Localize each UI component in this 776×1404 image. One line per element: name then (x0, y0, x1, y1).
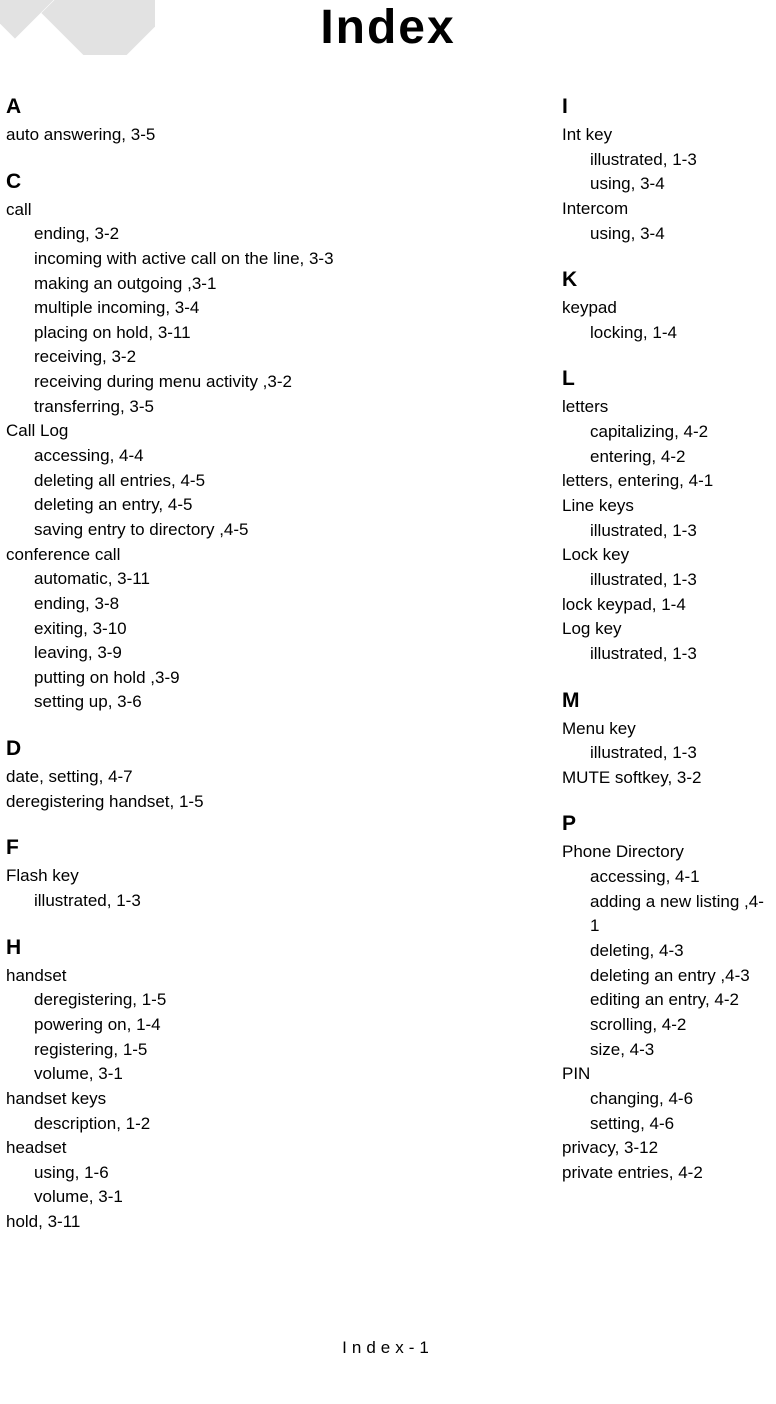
index-subentry: transferring, 3-5 (6, 395, 404, 420)
index-subentry: powering on, 1-4 (6, 1013, 404, 1038)
index-subentry: changing, 4-6 (562, 1087, 772, 1112)
index-entry: privacy, 3-12 (562, 1136, 772, 1161)
index-subentry: ending, 3-8 (6, 592, 404, 617)
index-subentry: automatic, 3-11 (6, 567, 404, 592)
index-section-letter: M (562, 689, 772, 713)
index-subentry: capitalizing, 4-2 (562, 420, 772, 445)
index-subentry: using, 1-6 (6, 1161, 404, 1186)
index-subentry: receiving during menu activity ,3-2 (6, 370, 404, 395)
index-entry: Line keys (562, 494, 772, 519)
index-subentry: using, 3-4 (562, 222, 772, 247)
index-subentry: saving entry to directory ,4-5 (6, 518, 404, 543)
index-subentry: editing an entry, 4-2 (562, 988, 772, 1013)
index-entry: call (6, 198, 404, 223)
index-entry: Call Log (6, 419, 404, 444)
index-subentry: volume, 3-1 (6, 1185, 404, 1210)
index-subentry: scrolling, 4-2 (562, 1013, 772, 1038)
index-subentry: incoming with active call on the line, 3… (6, 247, 404, 272)
index-entry: Flash key (6, 864, 404, 889)
index-section-letter: A (6, 95, 404, 119)
index-entry: Log key (562, 617, 772, 642)
index-subentry: placing on hold, 3-11 (6, 321, 404, 346)
index-section-letter: L (562, 367, 772, 391)
index-subentry: volume, 3-1 (6, 1062, 404, 1087)
index-entry: keypad (562, 296, 772, 321)
index-subentry: deleting all entries, 4-5 (6, 469, 404, 494)
index-entry: headset (6, 1136, 404, 1161)
index-subentry: receiving, 3-2 (6, 345, 404, 370)
index-subentry: putting on hold ,3-9 (6, 666, 404, 691)
index-subentry: ending, 3-2 (6, 222, 404, 247)
index-entry: private entries, 4-2 (562, 1161, 772, 1186)
index-subentry: deregistering, 1-5 (6, 988, 404, 1013)
index-column-left: Aauto answering, 3-5 Ccallending, 3-2inco… (4, 95, 404, 1235)
index-entry: hold, 3-11 (6, 1210, 404, 1235)
index-entry: deregistering handset, 1-5 (6, 790, 404, 815)
index-entry: MUTE softkey, 3-2 (562, 766, 772, 791)
index-entry: Phone Directory (562, 840, 772, 865)
index-section-letter: C (6, 170, 404, 194)
index-subentry: multiple incoming, 3-4 (6, 296, 404, 321)
index-subentry: illustrated, 1-3 (562, 148, 772, 173)
index-subentry: making an outgoing ,3-1 (6, 272, 404, 297)
index-entry: letters (562, 395, 772, 420)
index-entry: Intercom (562, 197, 772, 222)
index-entry: lock keypad, 1-4 (562, 593, 772, 618)
index-subentry: description, 1-2 (6, 1112, 404, 1137)
index-subentry: exiting, 3-10 (6, 617, 404, 642)
index-entry: letters, entering, 4-1 (562, 469, 772, 494)
index-section-letter: D (6, 737, 404, 761)
index-section-letter: I (562, 95, 772, 119)
page-title: Index (0, 0, 776, 55)
index-subentry: entering, 4-2 (562, 445, 772, 470)
index-subentry: illustrated, 1-3 (562, 741, 772, 766)
index-subentry: deleting an entry, 4-5 (6, 493, 404, 518)
index-entry: handset (6, 964, 404, 989)
index-subentry: size, 4-3 (562, 1038, 772, 1063)
index-subentry: using, 3-4 (562, 172, 772, 197)
index-subentry: illustrated, 1-3 (562, 642, 772, 667)
index-entry: Lock key (562, 543, 772, 568)
index-section-letter: H (6, 936, 404, 960)
index-subentry: illustrated, 1-3 (6, 889, 404, 914)
index-entry: date, setting, 4-7 (6, 765, 404, 790)
index-subentry: leaving, 3-9 (6, 641, 404, 666)
index-columns: Aauto answering, 3-5 Ccallending, 3-2inco… (0, 95, 776, 1235)
index-subentry: setting, 4-6 (562, 1112, 772, 1137)
index-entry: conference call (6, 543, 404, 568)
index-entry: auto answering, 3-5 (6, 123, 404, 148)
index-subentry: locking, 1-4 (562, 321, 772, 346)
index-subentry: illustrated, 1-3 (562, 568, 772, 593)
index-subentry: deleting an entry ,4-3 (562, 964, 772, 989)
index-section-letter: K (562, 268, 772, 292)
index-subentry: accessing, 4-4 (6, 444, 404, 469)
index-subentry: illustrated, 1-3 (562, 519, 772, 544)
index-entry: Int key (562, 123, 772, 148)
index-subentry: deleting, 4-3 (562, 939, 772, 964)
index-subentry: setting up, 3-6 (6, 690, 404, 715)
page-footer: Index-1 (0, 1338, 776, 1358)
index-entry: Menu key (562, 717, 772, 742)
index-section-letter: P (562, 812, 772, 836)
index-column-right: IInt keyillustrated, 1-3using, 3-4Interc… (414, 95, 772, 1235)
index-entry: PIN (562, 1062, 772, 1087)
index-subentry: registering, 1-5 (6, 1038, 404, 1063)
index-subentry: adding a new listing ,4-1 (562, 890, 772, 939)
index-subentry: accessing, 4-1 (562, 865, 772, 890)
index-section-letter: F (6, 836, 404, 860)
index-entry: handset keys (6, 1087, 404, 1112)
